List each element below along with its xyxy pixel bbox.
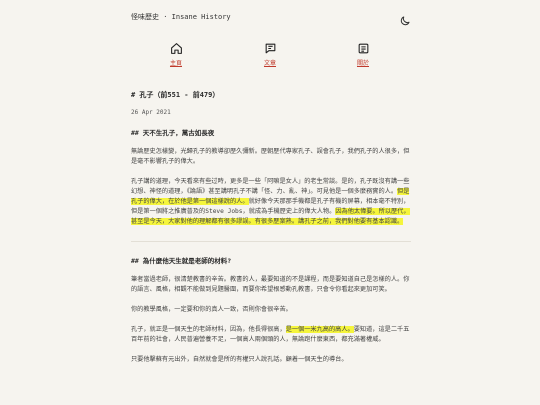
nav-item-about[interactable]: 關於 [343, 42, 383, 67]
paragraph-1: 無論歷史怎樣變，光歸孔子的教導卻歷久彌新。歷朝歷代專家孔子、誤會孔子，我們孔子的… [131, 148, 410, 165]
main-nav: 主頁 文章 關於 [0, 42, 540, 70]
section-heading-2: ## 為什麼他天生就是老師的材料? [131, 257, 232, 265]
highlight-3: 是一個一米九高的高人。 [285, 326, 354, 333]
section-heading-1: ## 天不生孔子，萬古如長夜 [131, 129, 215, 137]
about-icon [358, 43, 368, 54]
paragraph-5-text-a: 孔子，就正是一個天生的老師材料，因為，他長得很高， [131, 326, 286, 333]
paragraph-6: 只要他擊蘇有元出外，自然就會是所的有權只人說孔話。顧着一個天生的導台。 [131, 356, 348, 363]
section-divider [131, 241, 411, 242]
post-date: 26 Apr 2021 [131, 109, 171, 116]
theme-toggle-moon-icon[interactable] [399, 12, 411, 26]
article-content: # 孔子（前551 - 前479） 26 Apr 2021 ## 天不生孔子，萬… [131, 90, 411, 375]
nav-label-articles: 文章 [263, 60, 276, 67]
paragraph-2: 孔子講的道理，今天看來有些过時，更多是一些「阿嘛是女人」的老生常談。是的，孔子既… [131, 177, 411, 227]
nav-label-home: 主頁 [169, 60, 182, 67]
nav-item-articles[interactable]: 文章 [250, 42, 290, 67]
post-title: # 孔子（前551 - 前479） [131, 91, 220, 99]
site-title[interactable]: 怪味歷史 · Insane History [131, 12, 231, 22]
home-icon [170, 43, 182, 54]
nav-label-about: 關於 [356, 60, 369, 67]
nav-item-home[interactable]: 主頁 [156, 42, 196, 67]
article-icon [265, 43, 275, 54]
paragraph-3: 筆者當過老師，很清楚教書的辛苦。教書的人，最要知道的不是課程，而是要知道自己是怎… [131, 276, 410, 293]
paragraph-2-text-a: 孔子講的道理，今天看來有些过時，更多是一些「阿嘛是女人」的老生常談。是的，孔子既… [131, 178, 410, 195]
paragraph-5: 孔子，就正是一個天生的老師材料，因為，他長得很高，是一個一米九高的高人。要知道，… [131, 325, 411, 345]
paragraph-4: 你的教學風格，一定要和你的真人一致，否則你會很辛苦。 [131, 306, 292, 313]
site-header: 怪味歷史 · Insane History [0, 0, 540, 36]
